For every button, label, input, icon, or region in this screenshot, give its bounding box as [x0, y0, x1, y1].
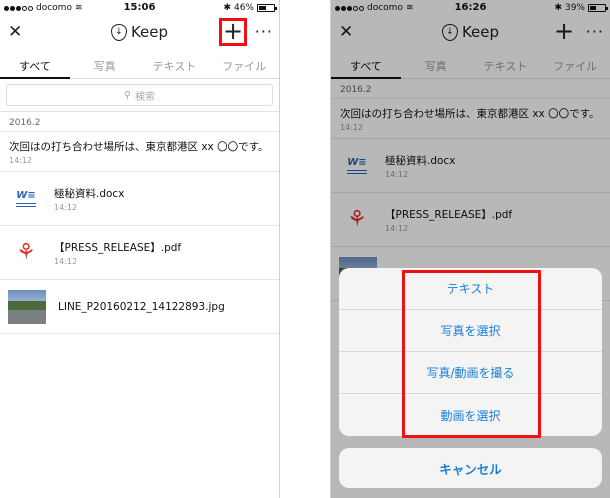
item-name: 極秘資料.docx: [54, 187, 125, 200]
battery-icon: [257, 4, 277, 12]
tab-bar: すべて 写真 テキスト ファイル: [0, 49, 279, 79]
search-input[interactable]: ⚲ 検索: [6, 84, 273, 106]
list-item-note[interactable]: 次回はの打ち合わせ場所は、東京都港区 xx 〇〇です。 14:12: [0, 132, 279, 172]
tab-text[interactable]: テキスト: [140, 49, 210, 78]
search-placeholder: 検索: [135, 91, 156, 103]
keep-screen-add-menu: docomo ≋ 16:26 ✱ 39% ✕ ↓ Keep + ··· すべて …: [330, 0, 610, 498]
keep-screen-list: docomo ≋ 15:06 ✱ 46% ✕ ↓ Keep + ··· すべて …: [0, 0, 280, 498]
battery-percent: 46%: [233, 3, 254, 13]
note-time: 14:12: [9, 156, 33, 165]
item-time: 14:12: [54, 202, 78, 212]
keep-logo-icon: ↓: [110, 23, 127, 41]
list-item-photo[interactable]: LINE_P20160212_14122893.jpg: [0, 280, 279, 334]
list-item-pdf[interactable]: ⚘ 【PRESS_RELEASE】.pdf 14:12: [0, 226, 279, 280]
tab-all[interactable]: すべて: [0, 49, 70, 79]
tab-photos[interactable]: 写真: [70, 49, 140, 78]
pdf-file-icon: ⚘: [16, 240, 36, 265]
highlight-frame: [402, 270, 541, 438]
search-icon: ⚲: [123, 89, 132, 101]
status-bar: docomo ≋ 15:06 ✱ 46%: [0, 0, 279, 16]
photo-thumbnail: [8, 289, 46, 324]
word-file-icon: W≡: [12, 185, 40, 213]
note-text: 次回はの打ち合わせ場所は、東京都港区 xx 〇〇です。: [9, 141, 269, 153]
nav-bar: ✕ ↓ Keep + ···: [0, 16, 279, 49]
cancel-button[interactable]: キャンセル: [339, 448, 602, 488]
close-icon[interactable]: ✕: [8, 22, 22, 42]
item-name: LINE_P20160212_14122893.jpg: [58, 300, 225, 313]
more-options-icon[interactable]: ···: [255, 22, 273, 41]
add-button[interactable]: +: [219, 18, 247, 46]
bluetooth-icon: ✱: [223, 3, 231, 13]
list-item-docx[interactable]: W≡ 極秘資料.docx 14:12: [0, 172, 279, 226]
tab-files[interactable]: ファイル: [209, 49, 279, 78]
date-header: 2016.2: [0, 112, 279, 132]
page-title-text: Keep: [130, 23, 169, 41]
item-time: 14:12: [54, 256, 78, 266]
battery-info: ✱ 46%: [223, 3, 277, 13]
search-area: ⚲ 検索: [0, 79, 279, 112]
item-name: 【PRESS_RELEASE】.pdf: [54, 241, 182, 254]
battery-fill: [259, 6, 267, 10]
